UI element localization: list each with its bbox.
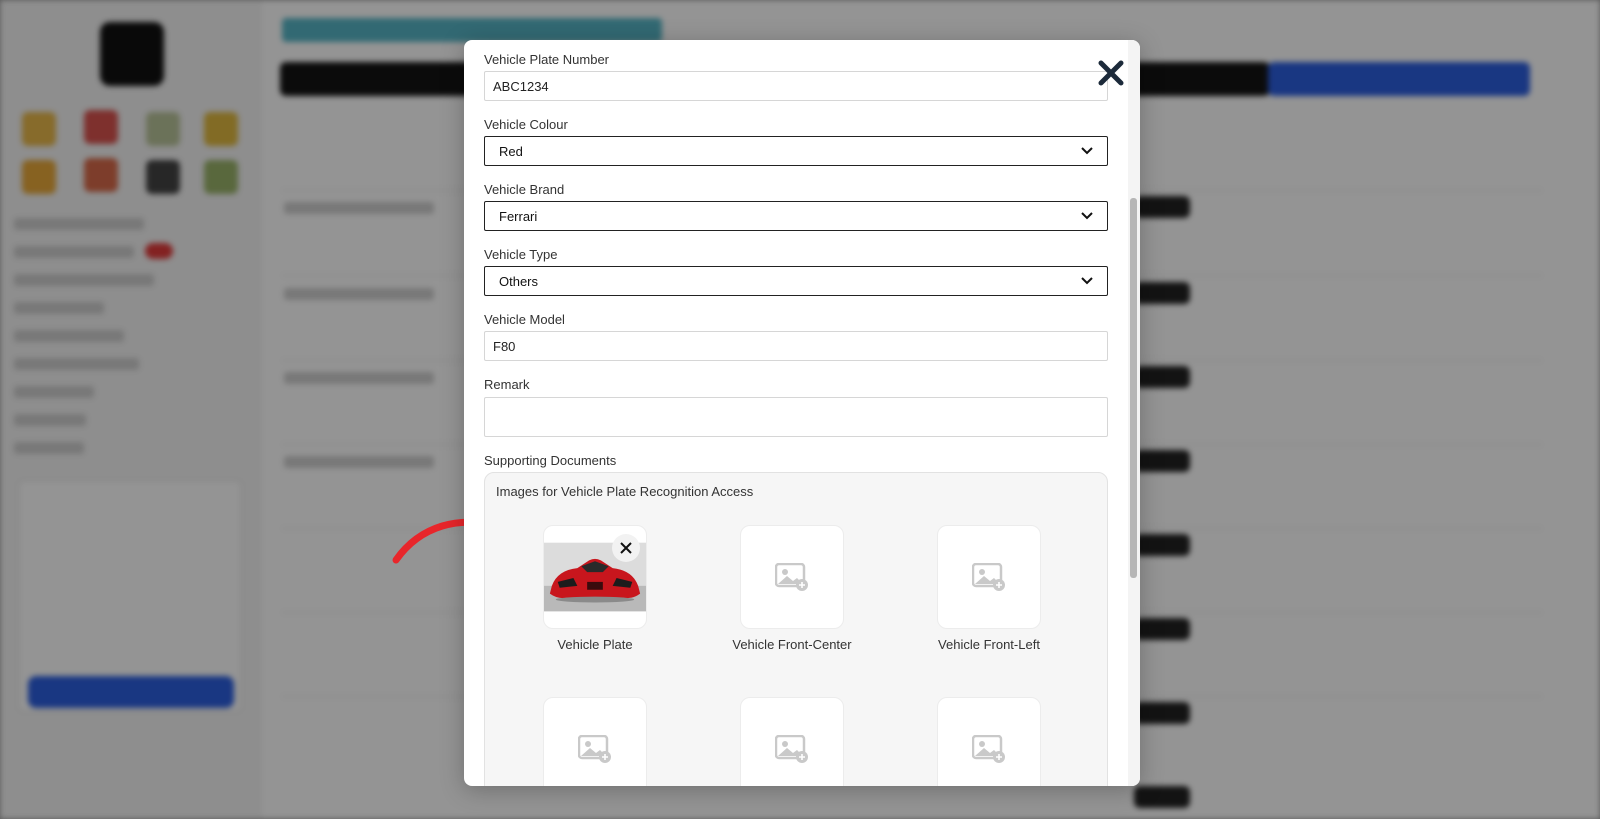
- modal-scrollbar-thumb[interactable]: [1130, 198, 1137, 578]
- remark-label: Remark: [484, 377, 530, 392]
- model-input[interactable]: F80: [484, 331, 1108, 361]
- chevron-down-icon: [1081, 147, 1093, 155]
- vehicle-plate-upload[interactable]: [543, 525, 647, 629]
- remark-textarea[interactable]: [484, 397, 1108, 437]
- thumb-label-front-left: Vehicle Front-Left: [938, 637, 1040, 652]
- chevron-down-icon: [1081, 277, 1093, 285]
- image-upload-slot[interactable]: [937, 697, 1041, 786]
- thumb-label-front-center: Vehicle Front-Center: [732, 637, 852, 652]
- close-icon: [620, 542, 632, 554]
- documents-panel: Images for Vehicle Plate Recognition Acc…: [484, 472, 1108, 786]
- image-add-icon: [578, 735, 611, 763]
- colour-select[interactable]: Red: [484, 136, 1108, 166]
- close-modal-button[interactable]: [1094, 56, 1128, 90]
- chevron-down-icon: [1081, 212, 1093, 220]
- documents-panel-title: Images for Vehicle Plate Recognition Acc…: [496, 484, 754, 499]
- image-add-icon: [775, 563, 808, 591]
- supporting-documents-label: Supporting Documents: [484, 453, 617, 468]
- image-add-icon: [972, 563, 1005, 591]
- colour-select-value: Red: [499, 143, 523, 159]
- plate-number-label: Vehicle Plate Number: [484, 52, 610, 67]
- image-add-icon: [972, 735, 1005, 763]
- type-select-value: Others: [499, 273, 539, 289]
- type-label: Vehicle Type: [484, 247, 558, 262]
- close-icon: [1098, 60, 1124, 86]
- colour-label: Vehicle Colour: [484, 117, 568, 132]
- type-select[interactable]: Others: [484, 266, 1108, 296]
- vehicle-front-left-upload[interactable]: [937, 525, 1041, 629]
- image-upload-slot[interactable]: [740, 697, 844, 786]
- remove-image-button[interactable]: [612, 534, 640, 562]
- vehicle-form-modal: Vehicle Plate Number ABC1234 Vehicle Col…: [464, 40, 1140, 786]
- brand-select[interactable]: Ferrari: [484, 201, 1108, 231]
- thumb-label-vehicle-plate: Vehicle Plate: [557, 637, 633, 652]
- brand-select-value: Ferrari: [499, 208, 538, 224]
- vehicle-front-center-upload[interactable]: [740, 525, 844, 629]
- model-label: Vehicle Model: [484, 312, 565, 327]
- image-upload-slot[interactable]: [543, 697, 647, 786]
- image-add-icon: [775, 735, 808, 763]
- brand-label: Vehicle Brand: [484, 182, 565, 197]
- plate-number-input[interactable]: ABC1234: [484, 71, 1108, 101]
